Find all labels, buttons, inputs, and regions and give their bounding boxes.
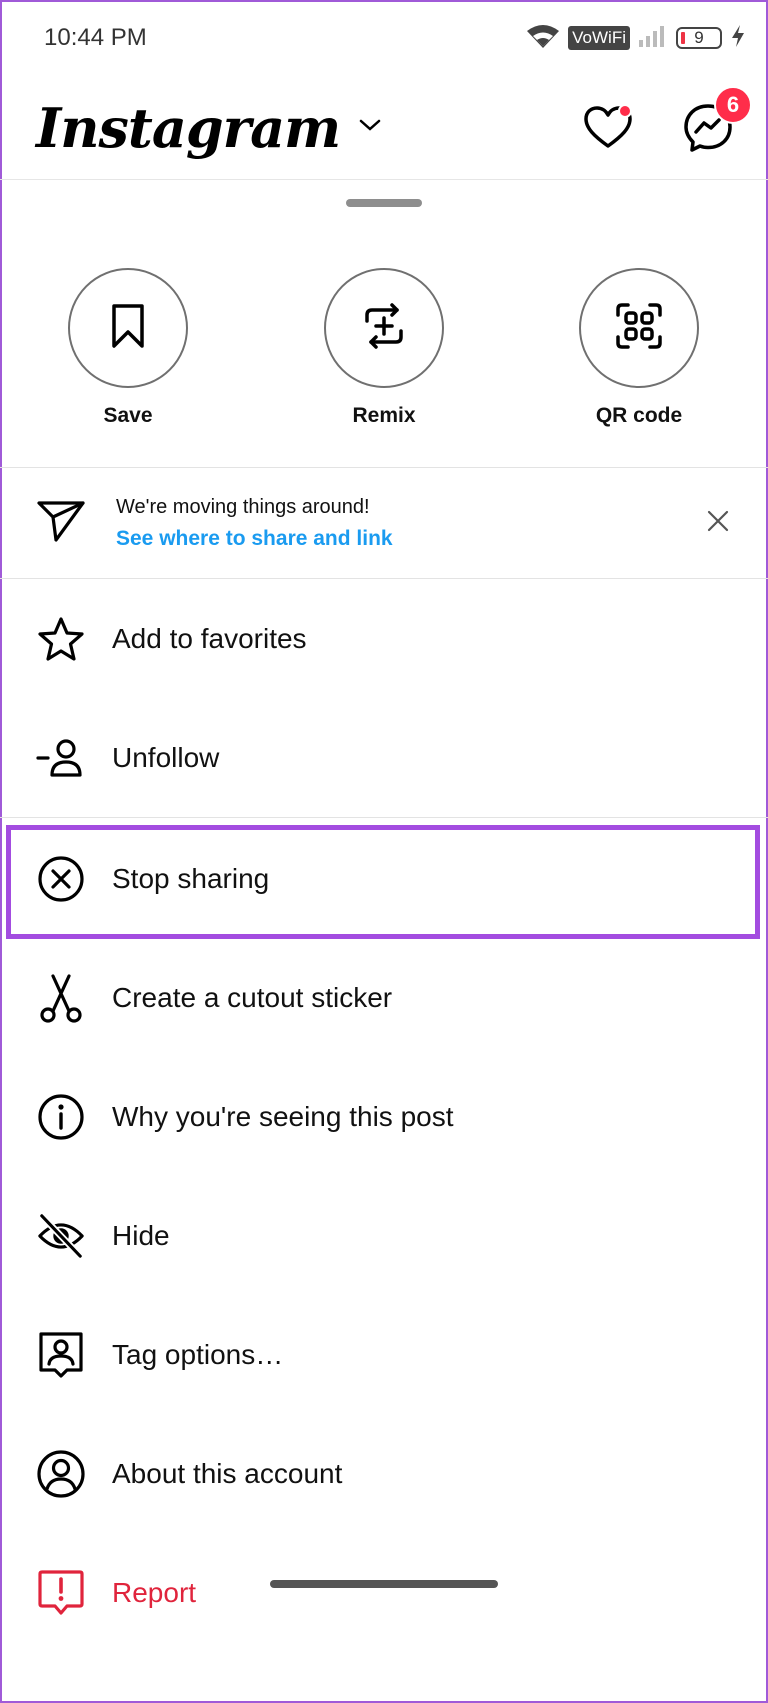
sheet-drag-handle[interactable] [346, 199, 422, 207]
messages-badge: 6 [714, 85, 752, 124]
eye-off-icon [36, 1211, 86, 1261]
close-icon [706, 509, 730, 538]
circle-x-icon [36, 854, 86, 904]
qr-code-label: QR code [595, 404, 683, 427]
menu-label: Stop sharing [112, 862, 270, 894]
header-actions: 6 [582, 85, 752, 154]
account-icon [36, 1449, 86, 1499]
notifications-button[interactable] [582, 102, 634, 154]
save-circle [68, 268, 188, 388]
share-notice: We're moving things around! See where to… [0, 468, 768, 578]
tag-options-icon [36, 1330, 86, 1380]
wifi-icon [526, 23, 560, 54]
heart-icon [582, 105, 634, 158]
battery-indicator: 9 [676, 27, 722, 49]
notice-link[interactable]: See where to share and link [116, 527, 698, 551]
star-icon [36, 614, 86, 664]
menu-label: Add to favorites [112, 622, 307, 654]
menu-item-create-cutout-sticker[interactable]: Create a cutout sticker [0, 938, 768, 1057]
messenger-button[interactable]: 6 [682, 85, 752, 154]
remix-button[interactable]: Remix [294, 268, 474, 428]
menu-item-tag-options[interactable]: Tag options… [0, 1295, 768, 1414]
qr-code-icon [614, 301, 664, 356]
qr-code-circle [579, 268, 699, 388]
notice-text: We're moving things around! See where to… [116, 496, 698, 551]
status-icons: VoWiFi 9 [526, 23, 746, 54]
menu-label: Unfollow [112, 741, 220, 773]
scissors-icon [36, 973, 86, 1023]
vowifi-indicator: VoWiFi [568, 26, 630, 50]
report-icon [36, 1568, 86, 1618]
brand-switcher[interactable]: Instagram [36, 96, 382, 160]
instagram-logo: Instagram [36, 95, 341, 160]
notice-close-button[interactable] [698, 503, 738, 543]
menu-item-hide[interactable]: Hide [0, 1176, 768, 1295]
menu-label: Tag options… [112, 1338, 284, 1370]
quick-actions: Save Remix QR code [0, 268, 768, 468]
signal-icon [638, 24, 668, 53]
info-icon [36, 1092, 86, 1142]
menu-label: Why you're seeing this post [112, 1100, 454, 1132]
home-indicator[interactable] [270, 1580, 498, 1588]
bookmark-icon [106, 302, 150, 355]
menu-label: Create a cutout sticker [112, 981, 393, 1013]
remix-circle [324, 268, 444, 388]
notice-title: We're moving things around! [116, 495, 370, 518]
menu-label: Hide [112, 1219, 170, 1251]
menu-item-report[interactable]: Report [0, 1533, 768, 1652]
divider [0, 817, 768, 818]
menu-item-why-seeing-post[interactable]: Why you're seeing this post [0, 1057, 768, 1176]
menu-label: About this account [112, 1457, 343, 1489]
status-time: 10:44 PM [44, 24, 147, 51]
menu-item-unfollow[interactable]: Unfollow [0, 698, 768, 817]
paper-plane-icon [36, 498, 86, 549]
menu-item-add-to-favorites[interactable]: Add to favorites [0, 579, 768, 698]
qr-code-button[interactable]: QR code [549, 268, 729, 428]
notification-dot [618, 103, 632, 118]
remix-icon [359, 301, 409, 356]
save-button[interactable]: Save [38, 268, 218, 428]
app-header: Instagram 6 [0, 76, 768, 180]
menu-item-about-account[interactable]: About this account [0, 1414, 768, 1533]
status-bar: 10:44 PM VoWiFi 9 [0, 0, 768, 76]
unfollow-icon [36, 733, 86, 783]
menu-item-stop-sharing[interactable]: Stop sharing [0, 819, 768, 938]
menu-label: Report [112, 1576, 197, 1608]
save-label: Save [103, 404, 153, 427]
chevron-down-icon [358, 117, 382, 138]
remix-label: Remix [352, 404, 416, 427]
messenger-icon [682, 103, 734, 158]
charging-icon [730, 24, 746, 53]
